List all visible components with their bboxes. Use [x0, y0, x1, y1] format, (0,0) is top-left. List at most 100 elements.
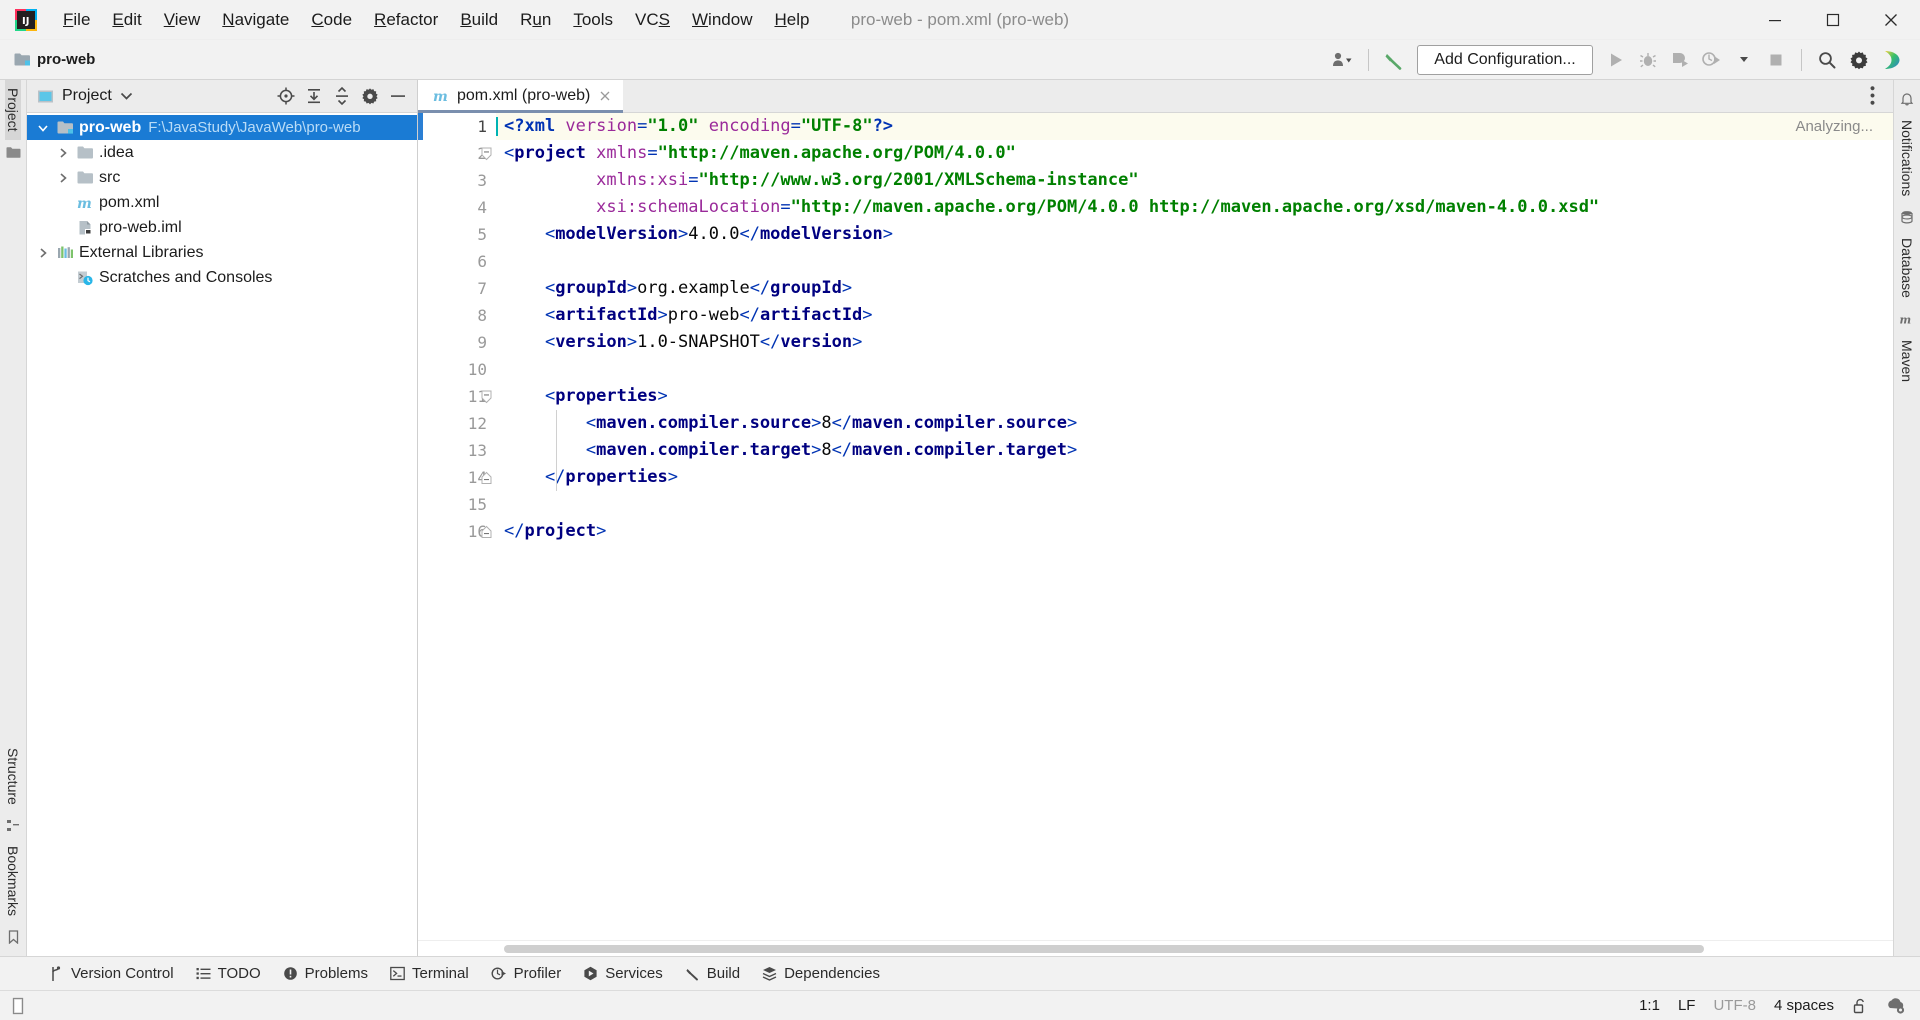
editor-tab-pom-xml[interactable]: m pom.xml (pro-web) [418, 80, 624, 113]
menu-refactor[interactable]: Refactor [363, 0, 449, 40]
menu-window[interactable]: Window [681, 0, 763, 40]
notifications-bell-icon[interactable] [1900, 92, 1914, 106]
search-everywhere-icon[interactable] [1812, 46, 1842, 74]
sidebar-item-structure[interactable]: Structure [5, 740, 21, 813]
build-hammer-icon[interactable] [1379, 46, 1409, 74]
sidebar-item-maven[interactable]: Maven [1899, 332, 1915, 390]
stop-icon[interactable] [1761, 46, 1791, 74]
tree-item-pro-web[interactable]: pro-web F:\JavaStudy\JavaWeb\pro-web [27, 115, 417, 140]
event-log-icon[interactable] [1886, 997, 1906, 1015]
tree-item-scratches-and-consoles[interactable]: Scratches and Consoles [27, 265, 417, 290]
toolwindow-version-control[interactable]: Version Control [40, 961, 183, 986]
chevron-right-icon[interactable] [35, 247, 51, 259]
line-separator[interactable]: LF [1678, 997, 1696, 1014]
code-line[interactable]: <groupId>org.example</groupId> [496, 275, 1893, 302]
horizontal-scrollbar[interactable] [418, 940, 1893, 956]
indent-setting[interactable]: 4 spaces [1774, 997, 1834, 1014]
code-line[interactable]: <artifactId>pro-web</artifactId> [496, 302, 1893, 329]
hscroll-track[interactable] [504, 945, 1891, 953]
close-button[interactable] [1862, 0, 1920, 40]
menu-help[interactable]: Help [763, 0, 820, 40]
code-line[interactable]: </properties> [496, 464, 1893, 491]
menu-file[interactable]: File [52, 0, 101, 40]
editor-gutter[interactable]: 12345678910111213141516 [418, 113, 496, 940]
chevron-right-icon[interactable] [55, 147, 71, 159]
menu-run[interactable]: Run [509, 0, 562, 40]
debug-icon[interactable] [1633, 46, 1663, 74]
code-editor[interactable]: Analyzing... 12345678910111213141516 <?x… [418, 113, 1893, 940]
toolwindow-todo[interactable]: TODO [187, 961, 270, 986]
toolwindow-services[interactable]: Services [574, 961, 672, 986]
caret-position[interactable]: 1:1 [1639, 997, 1660, 1014]
chevron-down-icon[interactable] [1729, 46, 1759, 74]
menu-tools[interactable]: Tools [562, 0, 624, 40]
code-line[interactable] [496, 248, 1893, 275]
project-settings-gear-icon[interactable] [357, 83, 383, 109]
code-line[interactable]: <maven.compiler.target>8</maven.compiler… [496, 437, 1893, 464]
expand-all-icon[interactable] [301, 83, 327, 109]
fold-expanded-icon[interactable] [479, 383, 493, 410]
project-scope-chevron-icon[interactable] [120, 92, 133, 100]
menu-code[interactable]: Code [300, 0, 363, 40]
tree-item-external-libraries[interactable]: External Libraries [27, 240, 417, 265]
sidebar-item-database[interactable]: Database [1899, 230, 1915, 306]
toolwindow-dependencies[interactable]: Dependencies [753, 961, 889, 986]
chevron-right-icon[interactable] [55, 172, 71, 184]
sidebar-item-notifications[interactable]: Notifications [1899, 112, 1915, 204]
menu-navigate[interactable]: Navigate [211, 0, 300, 40]
toolwindow-problems[interactable]: Problems [274, 961, 377, 986]
menu-vcs[interactable]: VCS [624, 0, 681, 40]
tree-item-pom-xml[interactable]: m pom.xml [27, 190, 417, 215]
code-line[interactable]: <properties> [496, 383, 1893, 410]
code-line[interactable] [496, 356, 1893, 383]
file-encoding[interactable]: UTF-8 [1713, 997, 1756, 1014]
tree-item-idea[interactable]: .idea [27, 140, 417, 165]
menu-edit[interactable]: Edit [101, 0, 152, 40]
code-line[interactable]: <project xmlns="http://maven.apache.org/… [496, 140, 1893, 167]
hscroll-thumb[interactable] [504, 945, 1704, 953]
minimize-button[interactable] [1746, 0, 1804, 40]
run-icon[interactable] [1601, 46, 1631, 74]
code-line[interactable]: </project> [496, 518, 1893, 545]
database-icon[interactable] [1900, 210, 1914, 224]
tree-item-pro-web-iml[interactable]: pro-web.iml [27, 215, 417, 240]
settings-gear-icon[interactable] [1844, 46, 1874, 74]
editor-tab-options[interactable]: ••• [1861, 80, 1893, 112]
code-line[interactable]: <maven.compiler.source>8</maven.compiler… [496, 410, 1893, 437]
unlocked-icon[interactable] [1852, 997, 1868, 1015]
tree-item-src[interactable]: src [27, 165, 417, 190]
sidebar-item-bookmarks[interactable]: Bookmarks [5, 838, 21, 924]
code-line[interactable]: <?xml version="1.0" encoding="UTF-8"?> [496, 113, 1893, 140]
hide-panel-icon[interactable] [385, 83, 411, 109]
fold-expanded-icon[interactable] [479, 140, 493, 167]
profile-icon[interactable] [1697, 46, 1727, 74]
sidebar-item-project[interactable]: Project [5, 80, 21, 140]
more-options-icon[interactable]: ••• [1864, 85, 1881, 107]
close-icon[interactable] [597, 90, 613, 102]
structure-icon[interactable] [6, 819, 20, 832]
project-rail-folder-icon[interactable] [6, 146, 21, 159]
toolwindow-build[interactable]: Build [676, 961, 749, 986]
bookmarks-icon[interactable] [7, 930, 20, 944]
toolwindow-terminal[interactable]: Terminal [381, 961, 478, 986]
fold-end-icon[interactable] [479, 518, 493, 545]
memory-indicator-icon[interactable] [10, 997, 26, 1015]
code-line[interactable]: <version>1.0-SNAPSHOT</version> [496, 329, 1893, 356]
code-line[interactable]: <modelVersion>4.0.0</modelVersion> [496, 221, 1893, 248]
chevron-down-icon[interactable] [35, 122, 51, 134]
add-configuration-button[interactable]: Add Configuration... [1417, 44, 1593, 75]
code-line[interactable] [496, 491, 1893, 518]
menu-view[interactable]: View [153, 0, 212, 40]
user-avatar-icon[interactable] [1328, 46, 1358, 74]
toolwindow-profiler[interactable]: Profiler [482, 961, 571, 986]
menu-build[interactable]: Build [449, 0, 509, 40]
breadcrumb[interactable]: pro-web [10, 49, 99, 70]
maximize-button[interactable] [1804, 0, 1862, 40]
code-line[interactable]: xmlns:xsi="http://www.w3.org/2001/XMLSch… [496, 167, 1893, 194]
ide-assistant-icon[interactable] [1876, 46, 1906, 74]
collapse-all-icon[interactable] [329, 83, 355, 109]
maven-icon[interactable]: m [1899, 312, 1915, 327]
select-opened-file-icon[interactable] [273, 83, 299, 109]
fold-end-icon[interactable] [479, 464, 493, 491]
code-line[interactable]: xsi:schemaLocation="http://maven.apache.… [496, 194, 1893, 221]
